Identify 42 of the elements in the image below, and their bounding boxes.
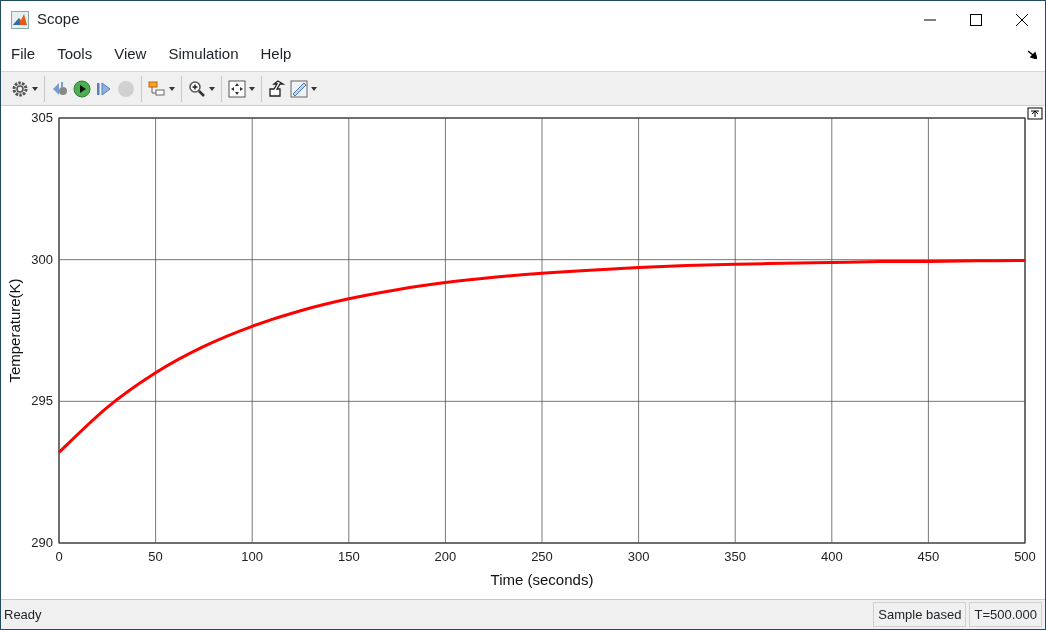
zoom-in-icon[interactable] [188,79,206,98]
undock-icon[interactable] [1027,107,1043,120]
app-logo-icon [11,10,29,29]
menu-item[interactable]: Tools [57,43,103,66]
menu-item[interactable]: Help [260,43,302,66]
simulation-time-field: T=500.000 [969,601,1042,628]
menu-item[interactable]: Simulation [168,43,249,66]
x-tick-label: 200 [434,549,457,564]
highlight-icon[interactable] [268,79,286,98]
close-icon[interactable] [1016,13,1028,26]
x-tick-label: 100 [241,549,264,564]
dropdown-caret-icon[interactable] [311,86,317,91]
maximize-icon[interactable] [970,13,982,26]
y-tick-label: 295 [31,393,53,409]
x-tick-label: 250 [531,549,553,564]
fit-axes-icon[interactable] [228,79,246,98]
window-title: Scope [37,9,80,30]
y-tick-label: 300 [31,251,53,267]
dropdown-caret-icon[interactable] [209,86,215,91]
gear-icon[interactable] [11,79,29,98]
dock-arrow-icon[interactable] [1028,50,1037,59]
dropdown-caret-icon[interactable] [249,86,255,91]
x-tick-label: 400 [820,549,843,564]
dropdown-caret-icon[interactable] [32,86,38,91]
x-tick-label: 450 [917,549,940,564]
status-message: Ready [4,605,42,624]
x-tick-label: 0 [55,549,63,564]
menu-item[interactable]: File [11,43,46,66]
ruler-icon[interactable] [290,79,308,98]
x-axis-label: Time (seconds) [490,571,594,588]
sample-mode-field: Sample based [873,601,967,628]
x-tick-label: 350 [724,549,747,564]
y-tick-label: 290 [31,535,53,550]
run-icon[interactable] [73,79,91,98]
menu-item[interactable]: View [114,43,157,66]
y-axis-label: Temperature(K) [6,278,23,383]
x-tick-label: 150 [337,549,360,564]
dropdown-caret-icon[interactable] [169,86,175,91]
x-tick-label: 300 [627,549,650,564]
x-tick-label: 500 [1014,549,1036,564]
y-tick-label: 305 [31,110,53,125]
x-tick-label: 50 [148,549,163,564]
